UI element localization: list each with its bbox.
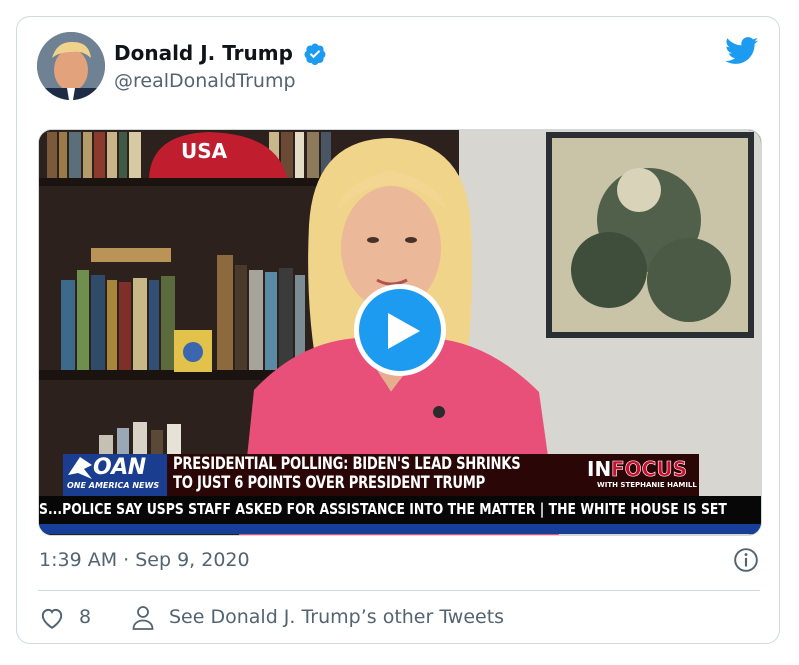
show-host: WITH STEPHANIE HAMILL [597, 481, 697, 489]
divider [38, 590, 760, 591]
tweet-card: Donald J. Trump @realDonaldTrump USA OAN… [16, 16, 780, 644]
show-logo-focus: FOCUS [611, 457, 688, 482]
verified-badge-icon [304, 43, 326, 65]
headline-line-1: PRESIDENTIAL POLLING: BIDEN'S LEAD SHRIN… [173, 454, 521, 474]
show-logo: IN FOCUS WITH STEPHANIE HAMILL [587, 457, 697, 493]
heart-icon[interactable] [39, 605, 65, 631]
news-lower-third: OAN ONE AMERICA NEWS PRESIDENTIAL POLLIN… [63, 454, 699, 496]
person-icon [132, 606, 154, 630]
headline-text: PRESIDENTIAL POLLING: BIDEN'S LEAD SHRIN… [173, 454, 521, 493]
play-button[interactable] [354, 284, 446, 376]
play-icon [388, 313, 420, 349]
twitter-bird-icon[interactable] [725, 37, 759, 65]
network-subtitle: ONE AMERICA NEWS [67, 481, 160, 490]
network-logo-text: OAN [93, 455, 146, 480]
headline-banner: PRESIDENTIAL POLLING: BIDEN'S LEAD SHRIN… [167, 454, 699, 496]
headline-line-2: TO JUST 6 POINTS OVER PRESIDENT TRUMP [173, 473, 486, 493]
video-player[interactable]: USA OAN ONE AMERICA NEWS PRESIDENTIAL PO… [38, 129, 762, 536]
network-logo: OAN ONE AMERICA NEWS [63, 454, 167, 496]
like-count[interactable]: 8 [79, 606, 91, 628]
other-tweets-link[interactable]: See Donald J. Trump’s other Tweets [169, 606, 504, 628]
avatar[interactable] [37, 32, 105, 100]
eagle-logo-icon [68, 457, 92, 479]
display-name[interactable]: Donald J. Trump [114, 41, 293, 65]
info-icon[interactable] [733, 547, 759, 573]
ticker-text: S...POLICE SAY USPS STAFF ASKED FOR ASSI… [39, 500, 727, 518]
user-handle[interactable]: @realDonaldTrump [114, 70, 296, 92]
hat-text: USA [181, 139, 228, 163]
news-ticker: S...POLICE SAY USPS STAFF ASKED FOR ASSI… [39, 496, 761, 534]
show-logo-in: IN [587, 457, 612, 481]
tweet-timestamp[interactable]: 1:39 AM · Sep 9, 2020 [39, 549, 250, 571]
